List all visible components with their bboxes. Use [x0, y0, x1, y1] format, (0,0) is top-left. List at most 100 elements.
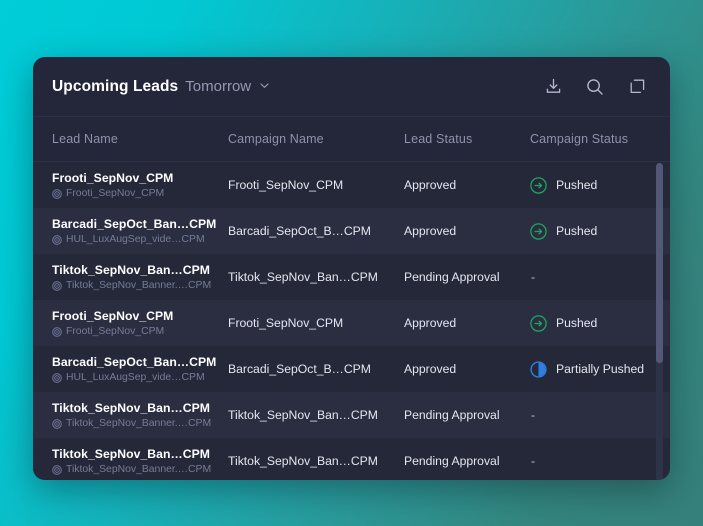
lead-subtitle-text: Frooti_SepNov_CPM — [66, 188, 165, 199]
lead-subtitle-text: Tiktok_SepNov_Banner.…CPM — [66, 280, 212, 291]
lead-subtitle: Frooti_SepNov_CPM — [52, 188, 220, 199]
cell-campaign-status: Partially Pushed — [530, 360, 670, 378]
table-body: Frooti_SepNov_CPM Frooti_SepNov_CPM Frooti… — [33, 162, 670, 479]
table-row[interactable]: Barcadi_SepOct_Ban…CPM HUL_LuxAugSep_vide… — [33, 346, 670, 392]
lead-status-text: Pending Approval — [404, 408, 500, 422]
campaign-name-text: Barcadi_SepOct_B…CPM — [228, 224, 371, 238]
cell-lead-name: Tiktok_SepNov_Ban…CPM Tiktok_SepNov_Banne… — [52, 447, 228, 475]
lead-subtitle: HUL_LuxAugSep_vide…CPM — [52, 234, 220, 245]
lead-status-text: Approved — [404, 178, 457, 192]
campaign-name-text: Frooti_SepNov_CPM — [228, 316, 344, 330]
lead-name-text: Barcadi_SepOct_Ban…CPM — [52, 355, 217, 369]
target-icon — [52, 418, 62, 429]
table-row[interactable]: Tiktok_SepNov_Ban…CPM Tiktok_SepNov_Banne… — [33, 254, 670, 300]
lead-status-text: Approved — [404, 316, 457, 330]
cell-lead-status: Pending Approval — [404, 408, 530, 422]
table-scrollbar-thumb[interactable] — [656, 163, 663, 363]
target-icon — [52, 280, 62, 291]
table-scrollbar-track[interactable] — [656, 163, 663, 480]
lead-name-text: Tiktok_SepNov_Ban…CPM — [52, 447, 210, 461]
cell-campaign-name: Frooti_SepNov_CPM — [228, 178, 404, 192]
lead-subtitle-text: Tiktok_SepNov_Banner.…CPM — [66, 464, 212, 475]
campaign-name-text: Tiktok_SepNov_Ban…CPM — [228, 270, 378, 284]
cell-campaign-status: Pushed — [530, 176, 670, 194]
lead-subtitle: Tiktok_SepNov_Banner.…CPM — [52, 418, 220, 429]
cell-lead-status: Pending Approval — [404, 270, 530, 284]
cell-campaign-status: - — [530, 454, 670, 468]
table-row[interactable]: Tiktok_SepNov_Ban…CPM Tiktok_SepNov_Banne… — [33, 392, 670, 438]
lead-name-text: Frooti_SepNov_CPM — [52, 171, 174, 185]
cell-lead-status: Approved — [404, 316, 530, 330]
chevron-down-icon[interactable] — [259, 78, 270, 96]
status-badge: Partially Pushed — [530, 360, 670, 378]
status-badge: - — [530, 454, 670, 468]
search-icon[interactable] — [584, 76, 606, 98]
cell-lead-status: Approved — [404, 362, 530, 376]
campaign-status-text: Pushed — [556, 178, 598, 192]
cell-campaign-name: Barcadi_SepOct_B…CPM — [228, 224, 404, 238]
status-badge: Pushed — [530, 222, 670, 240]
campaign-name-text: Barcadi_SepOct_B…CPM — [228, 362, 371, 376]
campaign-status-text: - — [531, 408, 536, 422]
table-row[interactable]: Barcadi_SepOct_Ban…CPM HUL_LuxAugSep_vide… — [33, 208, 670, 254]
page-title: Upcoming Leads — [52, 77, 179, 95]
cell-lead-status: Approved — [404, 178, 530, 192]
cell-campaign-name: Barcadi_SepOct_B…CPM — [228, 362, 404, 376]
expand-icon[interactable] — [626, 76, 648, 98]
download-icon[interactable] — [542, 76, 564, 98]
campaign-status-text: Partially Pushed — [556, 362, 645, 376]
cell-lead-name: Tiktok_SepNov_Ban…CPM Tiktok_SepNov_Banne… — [52, 263, 228, 291]
table-row[interactable]: Tiktok_SepNov_Ban…CPM Tiktok_SepNov_Banne… — [33, 438, 670, 479]
lead-subtitle-text: Frooti_SepNov_CPM — [66, 326, 165, 337]
arrow-right-circle-icon — [530, 176, 547, 194]
title-period-label: Tomorrow — [185, 77, 252, 95]
lead-name-text: Tiktok_SepNov_Ban…CPM — [52, 263, 210, 277]
header-actions — [542, 76, 648, 98]
target-icon — [52, 326, 62, 337]
lead-status-text: Pending Approval — [404, 270, 500, 284]
arrow-right-circle-icon — [530, 222, 547, 240]
lead-subtitle: Tiktok_SepNov_Banner.…CPM — [52, 464, 220, 475]
cell-lead-name: Frooti_SepNov_CPM Frooti_SepNov_CPM — [52, 309, 228, 337]
campaign-status-text: Pushed — [556, 224, 598, 238]
lead-subtitle: Frooti_SepNov_CPM — [52, 326, 220, 337]
lead-status-text: Approved — [404, 224, 457, 238]
lead-subtitle: Tiktok_SepNov_Banner.…CPM — [52, 280, 220, 291]
cell-campaign-name: Tiktok_SepNov_Ban…CPM — [228, 454, 404, 468]
table-column-headers: Lead Name Campaign Name Lead Status Camp… — [33, 117, 670, 162]
upcoming-leads-panel: Upcoming Leads Tomorrow Lead Name Campai… — [33, 57, 670, 480]
column-header-lead-status: Lead Status — [404, 132, 473, 146]
cell-lead-status: Approved — [404, 224, 530, 238]
cell-lead-name: Frooti_SepNov_CPM Frooti_SepNov_CPM — [52, 171, 228, 199]
lead-subtitle-text: Tiktok_SepNov_Banner.…CPM — [66, 418, 212, 429]
cell-lead-name: Barcadi_SepOct_Ban…CPM HUL_LuxAugSep_vide… — [52, 217, 228, 245]
column-header-campaign-name: Campaign Name — [228, 132, 324, 146]
status-badge: Pushed — [530, 176, 670, 194]
cell-campaign-status: Pushed — [530, 314, 670, 332]
target-icon — [52, 372, 62, 383]
title-group: Upcoming Leads Tomorrow — [52, 78, 542, 96]
campaign-status-text: Pushed — [556, 316, 598, 330]
column-header-lead-name: Lead Name — [52, 132, 118, 146]
lead-subtitle-text: HUL_LuxAugSep_vide…CPM — [66, 234, 205, 245]
campaign-status-text: - — [531, 270, 536, 284]
cell-campaign-name: Frooti_SepNov_CPM — [228, 316, 404, 330]
half-circle-icon — [530, 360, 547, 378]
table-row[interactable]: Frooti_SepNov_CPM Frooti_SepNov_CPM Frooti… — [33, 162, 670, 208]
column-header-campaign-status: Campaign Status — [530, 132, 629, 146]
lead-status-text: Pending Approval — [404, 454, 500, 468]
campaign-name-text: Tiktok_SepNov_Ban…CPM — [228, 408, 378, 422]
target-icon — [52, 464, 62, 475]
lead-name-text: Frooti_SepNov_CPM — [52, 309, 174, 323]
cell-campaign-status: - — [530, 408, 670, 422]
arrow-right-circle-icon — [530, 314, 547, 332]
target-icon — [52, 234, 62, 245]
lead-name-text: Barcadi_SepOct_Ban…CPM — [52, 217, 217, 231]
cell-lead-name: Barcadi_SepOct_Ban…CPM HUL_LuxAugSep_vide… — [52, 355, 228, 383]
campaign-status-text: - — [531, 454, 536, 468]
campaign-name-text: Tiktok_SepNov_Ban…CPM — [228, 454, 378, 468]
cell-campaign-name: Tiktok_SepNov_Ban…CPM — [228, 270, 404, 284]
status-badge: Pushed — [530, 314, 670, 332]
table-row[interactable]: Frooti_SepNov_CPM Frooti_SepNov_CPM Frooti… — [33, 300, 670, 346]
lead-subtitle: HUL_LuxAugSep_vide…CPM — [52, 372, 220, 383]
